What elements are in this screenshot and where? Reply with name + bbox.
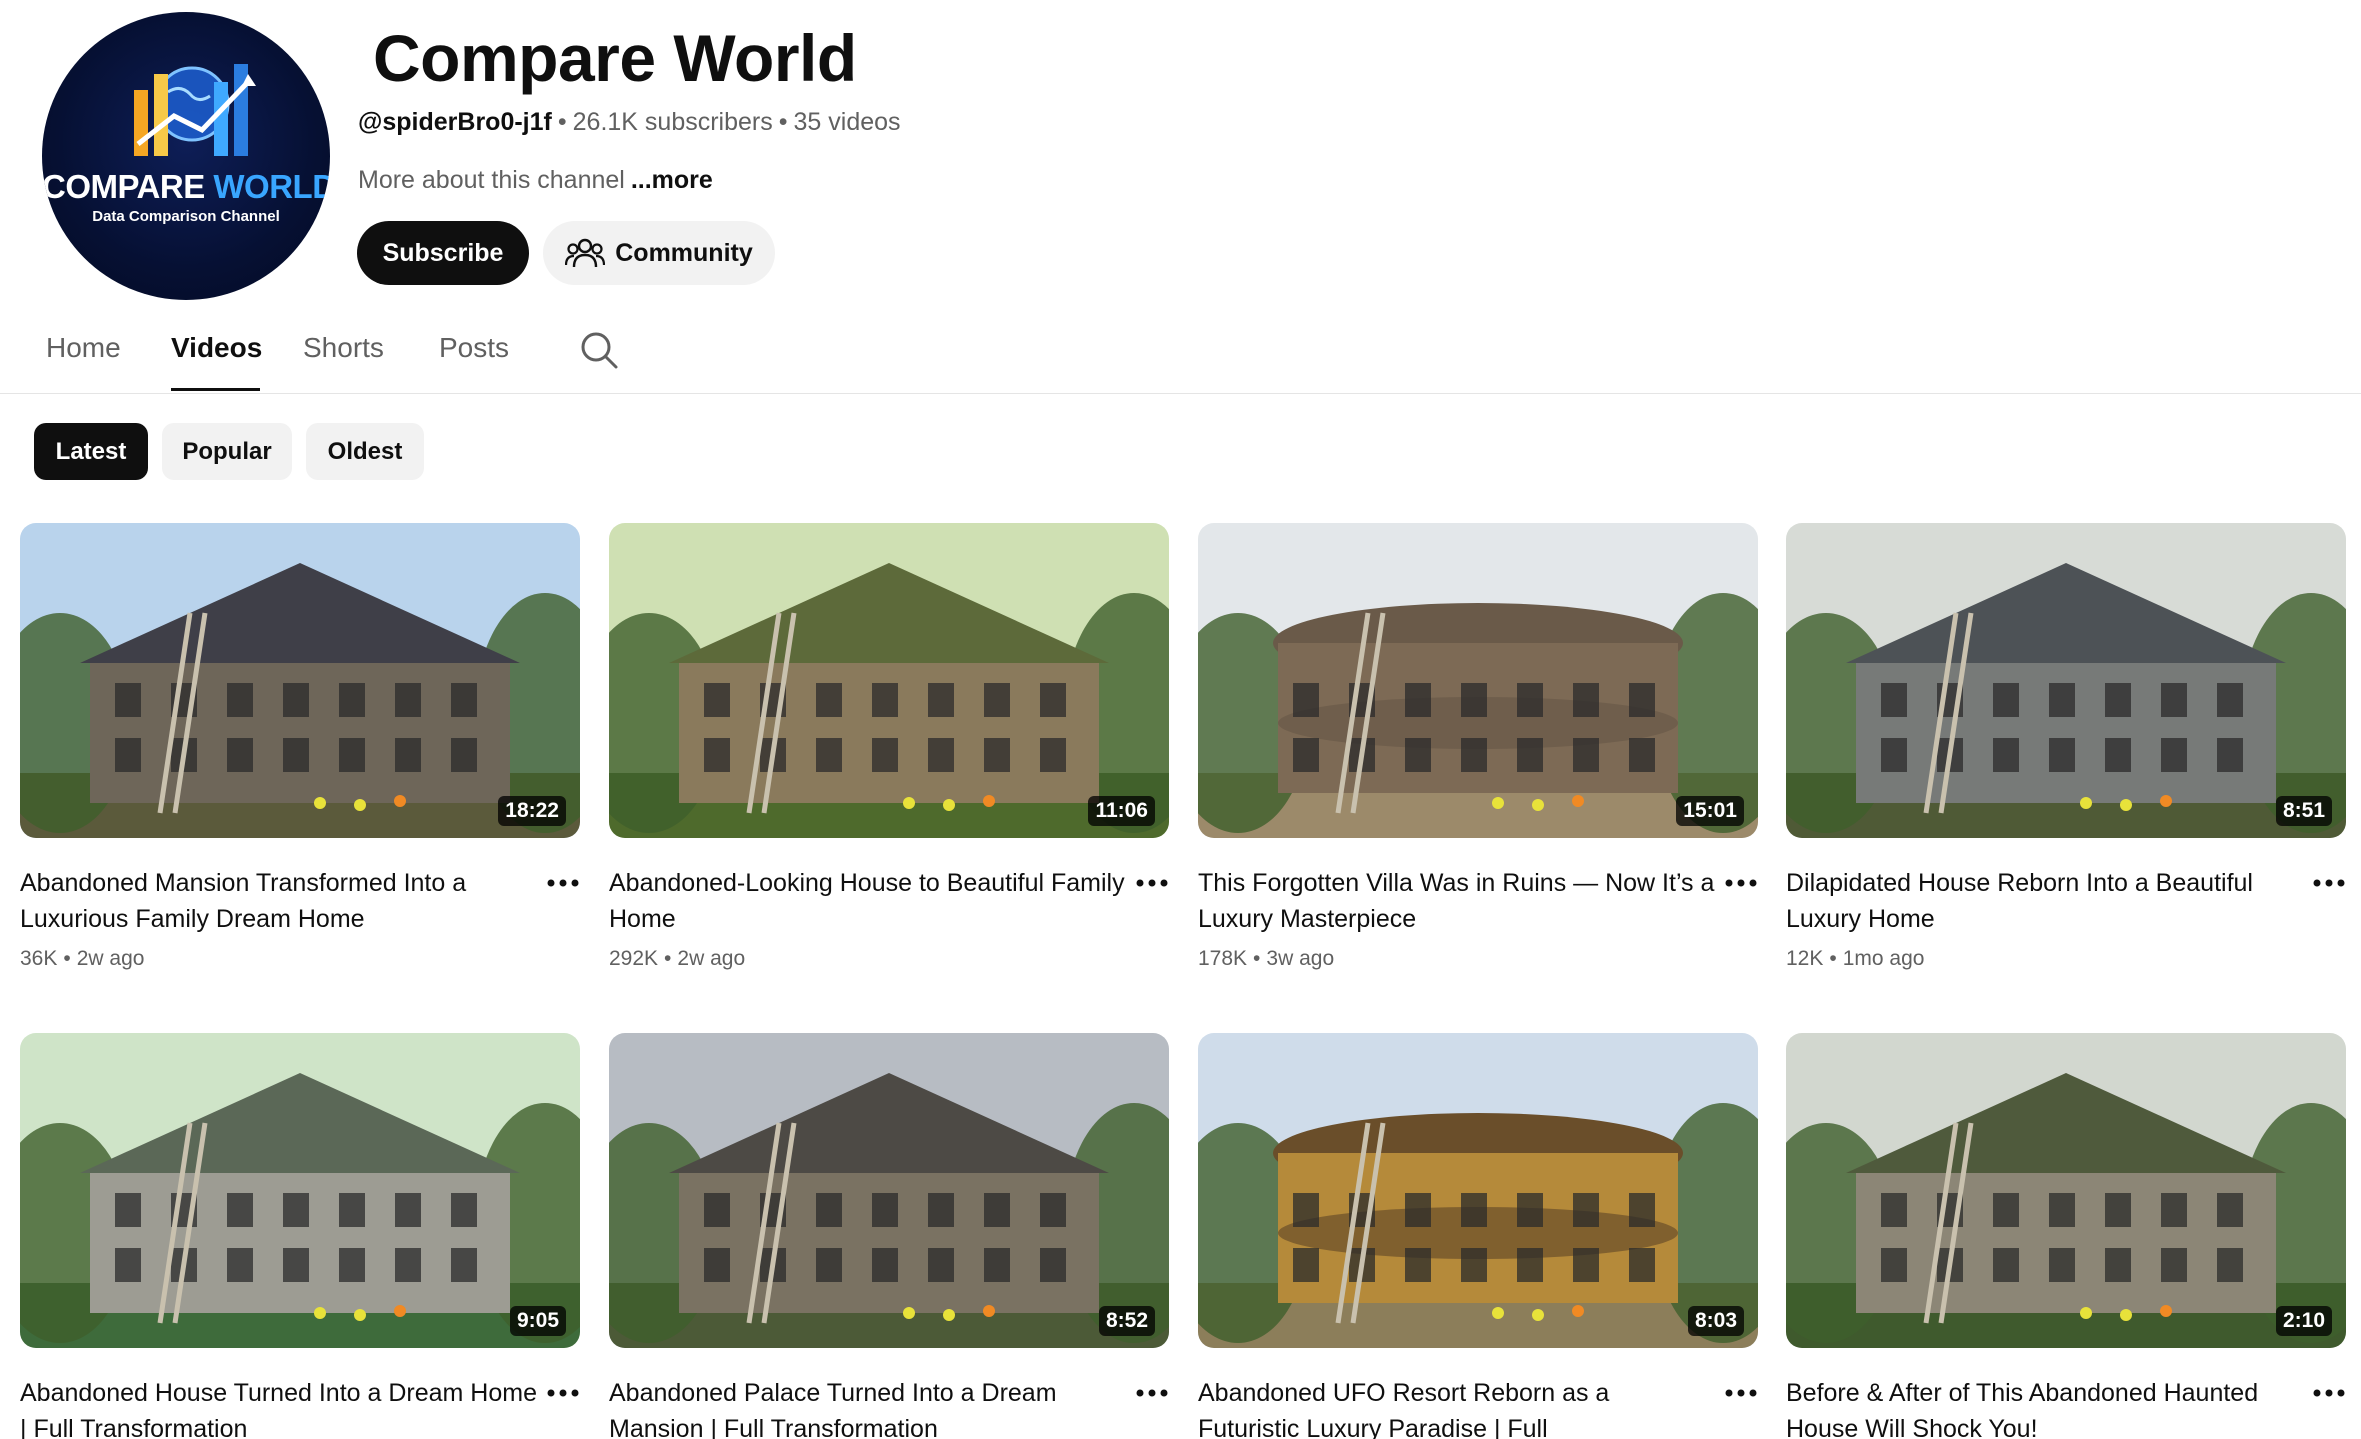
video-title[interactable]: Abandoned-Looking House to Beautiful Fam… — [609, 865, 1127, 937]
filter-chip-oldest[interactable]: Oldest — [306, 423, 424, 480]
thumbnail-image — [1786, 523, 2346, 838]
more-link[interactable]: ...more — [631, 166, 713, 194]
upload-age: 3w ago — [1266, 947, 1335, 970]
video-card[interactable]: 8:52 Abandoned Palace Turned Into a Drea… — [609, 1033, 1169, 1439]
video-thumbnail[interactable]: 8:03 — [1198, 1033, 1758, 1348]
video-duration: 11:06 — [1088, 796, 1155, 826]
channel-name: Compare World — [373, 21, 857, 95]
logo-title: COMPARE WORLD — [42, 168, 330, 205]
active-tab-indicator — [171, 388, 260, 391]
video-thumbnail[interactable]: 8:52 — [609, 1033, 1169, 1348]
more-options-icon[interactable] — [1724, 1383, 1758, 1403]
channel-meta: @spiderBro0-j1f • 26.1K subscribers • 35 vid… — [358, 108, 901, 137]
tab-home[interactable]: Home — [46, 332, 121, 364]
separator-dot: • — [63, 947, 71, 970]
video-card[interactable]: 18:22 Abandoned Mansion Transformed Into… — [20, 523, 580, 970]
thumbnail-image — [609, 1033, 1169, 1348]
video-card[interactable]: 15:01 This Forgotten Villa Was in Ruins … — [1198, 523, 1758, 970]
separator-dot: • — [557, 108, 567, 136]
video-card[interactable]: 11:06 Abandoned-Looking House to Beautif… — [609, 523, 1169, 970]
video-title[interactable]: Dilapidated House Reborn Into a Beautifu… — [1786, 865, 2304, 937]
video-stats: 36K • 2w ago — [20, 947, 144, 971]
video-thumbnail[interactable]: 11:06 — [609, 523, 1169, 838]
community-button[interactable]: Community — [543, 221, 775, 285]
video-title[interactable]: This Forgotten Villa Was in Ruins — Now … — [1198, 865, 1716, 937]
more-options-icon[interactable] — [1724, 873, 1758, 893]
more-options-icon[interactable] — [1135, 1383, 1169, 1403]
video-title[interactable]: Abandoned Mansion Transformed Into a Lux… — [20, 865, 538, 937]
video-duration: 8:03 — [1687, 1306, 1744, 1336]
more-options-icon[interactable] — [1135, 873, 1169, 893]
video-card[interactable]: 9:05 Abandoned House Turned Into a Dream… — [20, 1033, 580, 1439]
video-title[interactable]: Abandoned Palace Turned Into a Dream Man… — [609, 1375, 1127, 1439]
channel-avatar[interactable]: COMPARE WORLD Data Comparison Channel — [42, 12, 330, 300]
separator-dot: • — [1253, 947, 1261, 970]
community-icon — [565, 238, 606, 268]
about-text: More about this channel — [358, 166, 625, 194]
more-options-icon[interactable] — [2312, 873, 2346, 893]
subscriber-count: 26.1K subscribers — [572, 108, 773, 136]
video-title[interactable]: Before & After of This Abandoned Haunted… — [1786, 1375, 2304, 1439]
upload-age: 2w ago — [76, 947, 145, 970]
separator-dot: • — [778, 108, 788, 136]
more-options-icon[interactable] — [546, 873, 580, 893]
separator-dot: • — [664, 947, 672, 970]
video-duration: 9:05 — [509, 1306, 566, 1336]
thumbnail-image — [20, 523, 580, 838]
channel-handle[interactable]: @spiderBro0-j1f — [358, 108, 552, 136]
video-stats: 292K • 2w ago — [609, 947, 745, 971]
channel-logo-graphic — [134, 64, 256, 156]
view-count: 292K — [609, 947, 659, 970]
video-thumbnail[interactable]: 9:05 — [20, 1033, 580, 1348]
video-card[interactable]: 8:51 Dilapidated House Reborn Into a Bea… — [1786, 523, 2346, 970]
video-duration: 8:52 — [1098, 1306, 1155, 1336]
video-duration: 8:51 — [2275, 796, 2332, 826]
video-thumbnail[interactable]: 2:10 — [1786, 1033, 2346, 1348]
video-duration: 2:10 — [2275, 1306, 2332, 1336]
view-count: 12K — [1786, 947, 1824, 970]
channel-tabs: Home Videos Shorts Posts — [0, 318, 2361, 394]
video-duration: 18:22 — [498, 796, 566, 826]
filter-chip-latest[interactable]: Latest — [34, 423, 148, 480]
view-count: 178K — [1198, 947, 1248, 970]
upload-age: 2w ago — [677, 947, 746, 970]
video-title[interactable]: Abandoned House Turned Into a Dream Home… — [20, 1375, 538, 1439]
tab-videos[interactable]: Videos — [171, 332, 262, 364]
video-duration: 15:01 — [1676, 796, 1744, 826]
tab-shorts[interactable]: Shorts — [303, 332, 384, 364]
video-card[interactable]: 2:10 Before & After of This Abandoned Ha… — [1786, 1033, 2346, 1439]
thumbnail-image — [1198, 1033, 1758, 1348]
view-count: 36K — [20, 947, 58, 970]
logo-subtitle: Data Comparison Channel — [92, 208, 280, 225]
video-stats: 178K • 3w ago — [1198, 947, 1334, 971]
more-options-icon[interactable] — [2312, 1383, 2346, 1403]
tab-posts[interactable]: Posts — [439, 332, 509, 364]
video-thumbnail[interactable]: 8:51 — [1786, 523, 2346, 838]
subscribe-button[interactable]: Subscribe — [357, 221, 529, 285]
video-stats: 12K • 1mo ago — [1786, 947, 1924, 971]
video-count: 35 videos — [793, 108, 901, 136]
upload-age: 1mo ago — [1842, 947, 1925, 970]
video-thumbnail[interactable]: 18:22 — [20, 523, 580, 838]
thumbnail-image — [1786, 1033, 2346, 1348]
filter-chip-popular[interactable]: Popular — [162, 423, 292, 480]
thumbnail-image — [609, 523, 1169, 838]
video-card[interactable]: 8:03 Abandoned UFO Resort Reborn as a Fu… — [1198, 1033, 1758, 1439]
community-label: Community — [615, 238, 753, 267]
video-title[interactable]: Abandoned UFO Resort Reborn as a Futuris… — [1198, 1375, 1716, 1439]
search-icon[interactable] — [579, 330, 619, 370]
more-options-icon[interactable] — [546, 1383, 580, 1403]
thumbnail-image — [20, 1033, 580, 1348]
channel-about[interactable]: More about this channel ...more — [358, 166, 713, 195]
separator-dot: • — [1829, 947, 1837, 970]
video-thumbnail[interactable]: 15:01 — [1198, 523, 1758, 838]
thumbnail-image — [1198, 523, 1758, 838]
